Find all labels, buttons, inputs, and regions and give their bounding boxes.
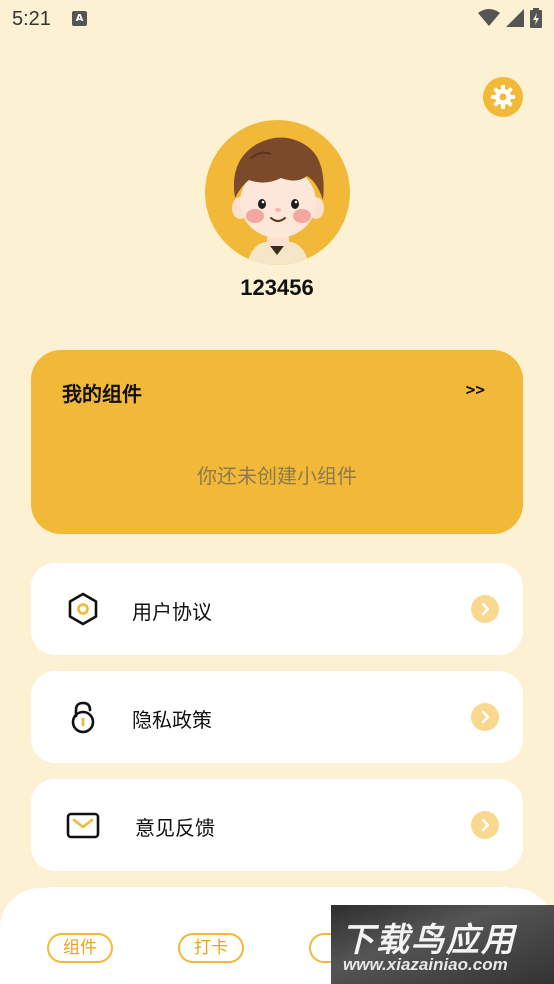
gear-icon xyxy=(491,85,515,109)
watermark-url: www.xiazainiao.com xyxy=(343,955,508,974)
avatar[interactable] xyxy=(205,120,350,265)
status-icons xyxy=(478,8,542,28)
tab-checkin[interactable]: 打卡 xyxy=(178,933,244,963)
hexagon-icon xyxy=(68,592,98,626)
status-time: 5:21 xyxy=(12,8,51,30)
my-widgets-card[interactable]: 我的组件 >> 你还未创建小组件 xyxy=(31,350,523,534)
menu-item-privacy-policy[interactable]: 隐私政策 xyxy=(31,671,523,763)
widget-more-link[interactable]: >> xyxy=(466,380,485,399)
menu-item-user-agreement[interactable]: 用户协议 xyxy=(31,563,523,655)
notification-a-icon: A xyxy=(72,11,87,26)
battery-icon xyxy=(530,8,542,28)
status-bar: 5:21 A xyxy=(0,0,554,38)
avatar-illustration xyxy=(232,137,324,265)
tab-widgets[interactable]: 组件 xyxy=(47,933,113,963)
menu-item-label: 用户协议 xyxy=(132,600,212,624)
mail-icon xyxy=(66,812,100,839)
menu-item-label: 隐私政策 xyxy=(132,708,212,732)
menu-item-label: 意见反馈 xyxy=(135,816,215,840)
chevron-right-icon xyxy=(471,595,499,623)
settings-button[interactable] xyxy=(483,77,523,117)
chevron-right-icon xyxy=(471,811,499,839)
widget-empty-message: 你还未创建小组件 xyxy=(197,464,357,488)
lock-icon xyxy=(71,701,95,734)
chevron-right-icon xyxy=(471,703,499,731)
menu-item-feedback[interactable]: 意见反馈 xyxy=(31,779,523,871)
watermark-title: 下载鸟应用 xyxy=(341,920,516,959)
signal-icon xyxy=(506,9,524,27)
username: 123456 xyxy=(240,275,314,300)
wifi-icon xyxy=(478,9,500,26)
widget-card-title: 我的组件 xyxy=(62,382,142,406)
watermark: 下载鸟应用 www.xiazainiao.com xyxy=(331,905,554,984)
